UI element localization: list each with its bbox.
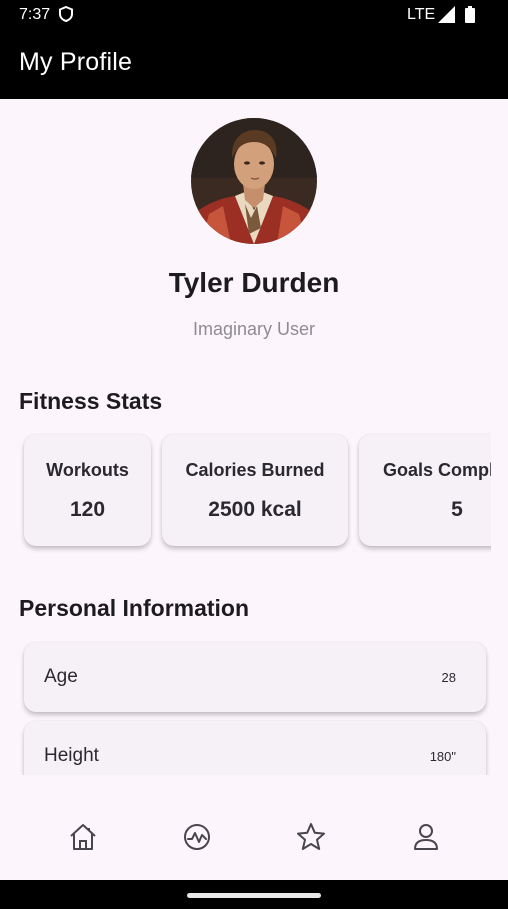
stat-value: 5	[451, 498, 463, 521]
battery-icon	[465, 6, 475, 23]
info-card-age[interactable]: Age 28	[24, 642, 486, 712]
page-title: My Profile	[19, 48, 133, 76]
nav-favorites[interactable]	[296, 822, 326, 852]
star-icon	[297, 823, 325, 850]
personal-info-heading: Personal Information	[19, 595, 250, 621]
stat-value: 2500 kcal	[208, 498, 302, 521]
system-navigation-bar	[0, 880, 508, 909]
info-value: 180"	[429, 749, 456, 764]
stat-value: 120	[69, 498, 106, 521]
info-label: Age	[44, 666, 78, 687]
status-time: 7:37	[19, 6, 51, 23]
nav-activity[interactable]	[182, 822, 212, 852]
gesture-handle[interactable]	[187, 893, 321, 898]
nav-home[interactable]	[68, 822, 98, 852]
activity-icon	[184, 824, 210, 850]
profile-name: Tyler Durden	[168, 267, 340, 298]
shield-icon	[59, 6, 73, 22]
stat-label: Goals Completed	[382, 460, 491, 480]
status-bar: 7:37 LTE	[0, 0, 508, 30]
network-type: LTE	[407, 6, 436, 23]
home-icon	[70, 824, 96, 850]
profile-subtitle: Imaginary User	[192, 319, 316, 339]
avatar-image	[191, 118, 317, 244]
signal-icon	[438, 6, 455, 23]
fitness-stats-list[interactable]: Workouts 120 Calories Burned 2500 kcal G…	[19, 429, 491, 553]
nav-profile[interactable]	[411, 822, 441, 852]
stat-label: Workouts	[46, 460, 129, 480]
info-value: 28	[441, 670, 456, 685]
stat-card-workouts[interactable]: Workouts 120	[24, 434, 151, 546]
app-bar: My Profile	[0, 30, 508, 99]
stat-card-goals[interactable]: Goals Completed 5	[359, 434, 491, 546]
profile-content[interactable]: Tyler Durden Imaginary User Fitness Stat…	[0, 99, 508, 775]
bottom-navigation	[0, 775, 508, 880]
stat-label: Calories Burned	[185, 460, 325, 480]
profile-avatar[interactable]	[191, 118, 317, 244]
info-card-height[interactable]: Height 180"	[24, 721, 486, 775]
profile-icon	[414, 824, 438, 850]
fitness-stats-heading: Fitness Stats	[19, 388, 163, 414]
info-label: Height	[44, 745, 99, 766]
stat-card-calories[interactable]: Calories Burned 2500 kcal	[162, 434, 348, 546]
